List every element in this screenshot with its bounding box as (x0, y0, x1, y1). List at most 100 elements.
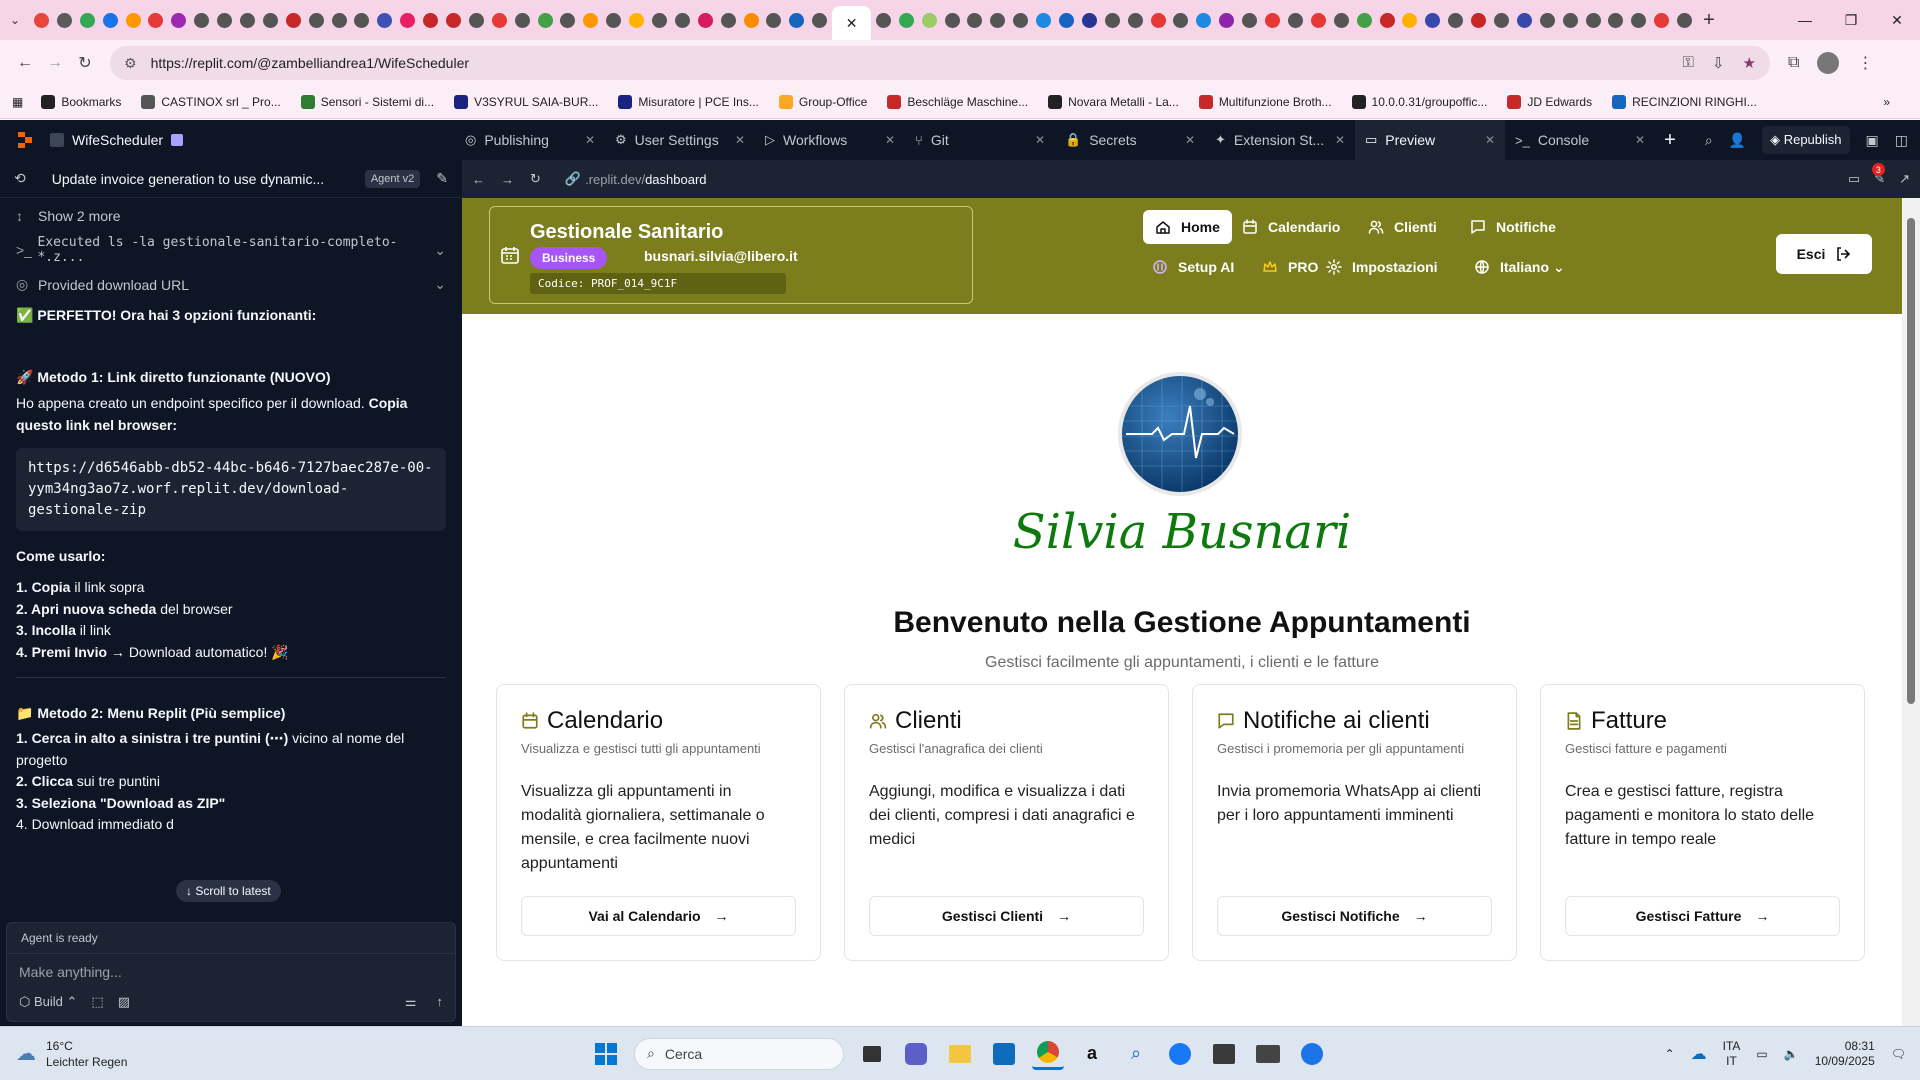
browser-tab[interactable] (1651, 7, 1673, 33)
browser-tab[interactable] (941, 7, 963, 33)
browser-tab[interactable] (1491, 7, 1513, 33)
send-arrow-icon[interactable]: ↑ (437, 994, 444, 1010)
browser-tab[interactable] (1147, 7, 1169, 33)
browser-tab[interactable] (964, 7, 986, 33)
back-icon[interactable]: ← (10, 48, 40, 78)
browser-tab[interactable] (717, 7, 739, 33)
scrollbar-thumb[interactable] (1907, 218, 1915, 704)
browser-tab[interactable] (1582, 7, 1604, 33)
apps-grid-icon[interactable]: ▦ (12, 95, 23, 109)
browser-tab[interactable] (465, 7, 487, 33)
browser-tab[interactable] (1330, 7, 1352, 33)
build-mode-button[interactable]: ⬡ Build ⌃ (19, 994, 77, 1010)
devices-icon[interactable]: ▭ (1848, 171, 1860, 187)
volume-icon[interactable]: 🔈 (1784, 1047, 1799, 1061)
browser-tab[interactable] (740, 7, 762, 33)
browser-tab[interactable] (76, 7, 98, 33)
close-tab-icon[interactable]: ✕ (1335, 133, 1345, 147)
clock[interactable]: 08:31 10/09/2025 (1815, 1039, 1875, 1069)
browser-tab[interactable] (443, 7, 465, 33)
close-tab-icon[interactable]: ✕ (1185, 133, 1195, 147)
browser-tab[interactable] (1468, 7, 1490, 33)
browser-tab[interactable] (1193, 7, 1215, 33)
install-app-icon[interactable]: ⇩ (1712, 54, 1725, 72)
close-tab-icon[interactable]: ✕ (585, 133, 595, 147)
new-tab-button[interactable]: + (1696, 9, 1722, 32)
close-tab-icon[interactable]: ✕ (735, 133, 745, 147)
executed-command-row[interactable]: >_ Executed ls -la gestionale-sanitario-c… (16, 235, 446, 265)
bookmark-star-icon[interactable]: ★ (1743, 54, 1756, 72)
browser-tab[interactable] (305, 7, 327, 33)
close-tab-icon[interactable]: ✕ (885, 133, 895, 147)
card-action-button[interactable]: Gestisci Clienti → (869, 896, 1144, 936)
open-new-tab-icon[interactable]: ↗ (1899, 171, 1910, 187)
card-action-button[interactable]: Gestisci Notifiche → (1217, 896, 1492, 936)
close-tab-icon[interactable]: ✕ (1035, 133, 1045, 147)
browser-tab[interactable] (1101, 7, 1123, 33)
chrome-icon[interactable] (1032, 1038, 1064, 1070)
bookmark-item[interactable]: Bookmarks (41, 95, 121, 109)
browser-tab[interactable] (626, 7, 648, 33)
browser-tab[interactable] (397, 7, 419, 33)
browser-tab[interactable] (918, 7, 940, 33)
browser-tab[interactable] (1605, 7, 1627, 33)
browser-tab[interactable] (1262, 7, 1284, 33)
browser-tab[interactable] (420, 7, 442, 33)
browser-tab[interactable] (1078, 7, 1100, 33)
browser-tab[interactable] (1513, 7, 1535, 33)
windows-start-icon[interactable] (590, 1038, 622, 1070)
weather-widget[interactable]: ☁ 16°C Leichter Regen (0, 1038, 300, 1070)
browser-tab[interactable] (1399, 7, 1421, 33)
show-hidden-icons-icon[interactable]: ⌃ (1665, 1047, 1675, 1061)
tab-search-icon[interactable]: ⌄ (0, 0, 30, 40)
browser-menu-icon[interactable]: ⋮ (1857, 53, 1873, 73)
browser-tab[interactable] (1056, 7, 1078, 33)
preview-forward-icon[interactable]: → (501, 172, 514, 187)
add-tab-button[interactable]: + (1655, 129, 1685, 152)
browser-tab[interactable] (191, 7, 213, 33)
settings-sliders-icon[interactable]: ⚌ (405, 994, 417, 1010)
tab-extension-st[interactable]: ✦ Extension St... ✕ (1205, 120, 1355, 160)
bookmark-item[interactable]: Beschläge Maschine... (887, 95, 1028, 109)
minimize-icon[interactable]: — (1782, 0, 1828, 40)
invite-user-icon[interactable]: 👤 (1729, 132, 1746, 149)
close-tab-icon[interactable]: ✕ (846, 15, 858, 32)
tab-publishing[interactable]: ◎ Publishing ✕ (455, 120, 605, 160)
tab-user-settings[interactable]: ⚙ User Settings ✕ (605, 120, 755, 160)
browser-tab[interactable] (31, 7, 53, 33)
more-bookmarks-icon[interactable]: » (1883, 95, 1890, 109)
bookmark-item[interactable]: 10.0.0.31/groupoffic... (1351, 95, 1487, 109)
bookmark-item[interactable]: Group-Office (778, 95, 867, 109)
browser-tab[interactable] (214, 7, 236, 33)
replit-logo-icon[interactable] (0, 132, 50, 148)
browser-tab[interactable] (1010, 7, 1032, 33)
browser-tab[interactable] (328, 7, 350, 33)
browser-tab[interactable] (1170, 7, 1192, 33)
nav-notifiche[interactable]: Notifiche (1470, 210, 1556, 244)
provided-url-row[interactable]: ◎ Provided download URL ⌄ (16, 276, 446, 293)
browser-tab[interactable] (694, 7, 716, 33)
browser-tab[interactable] (1307, 7, 1329, 33)
facebook-icon[interactable] (1164, 1038, 1196, 1070)
browser-tab[interactable] (872, 7, 894, 33)
maximize-icon[interactable]: ❐ (1828, 0, 1874, 40)
browser-tab[interactable] (1124, 7, 1146, 33)
bookmark-item[interactable]: Misuratore | PCE Ins... (618, 95, 759, 109)
teams-icon[interactable] (900, 1038, 932, 1070)
browser-tab[interactable] (987, 7, 1009, 33)
browser-tab[interactable] (1445, 7, 1467, 33)
attach-image-icon[interactable]: ▨ (118, 994, 130, 1010)
logout-button[interactable]: Esci (1776, 234, 1872, 274)
extensions-icon[interactable]: ⧉ (1788, 54, 1799, 72)
prompt-input[interactable]: Make anything... (7, 954, 455, 990)
browser-tab[interactable] (488, 7, 510, 33)
close-tab-icon[interactable]: ✕ (1485, 133, 1495, 147)
bookmark-item[interactable]: Novara Metalli - La... (1048, 95, 1179, 109)
browser-tab[interactable] (122, 7, 144, 33)
preview-back-icon[interactable]: ← (472, 172, 485, 187)
show-more-toggle[interactable]: ↕ Show 2 more (16, 208, 446, 224)
bookmark-item[interactable]: Sensori - Sistemi di... (300, 95, 434, 109)
browser-tab[interactable] (763, 7, 785, 33)
nav-clienti[interactable]: Clienti (1368, 210, 1437, 244)
forward-icon[interactable]: → (40, 48, 70, 78)
